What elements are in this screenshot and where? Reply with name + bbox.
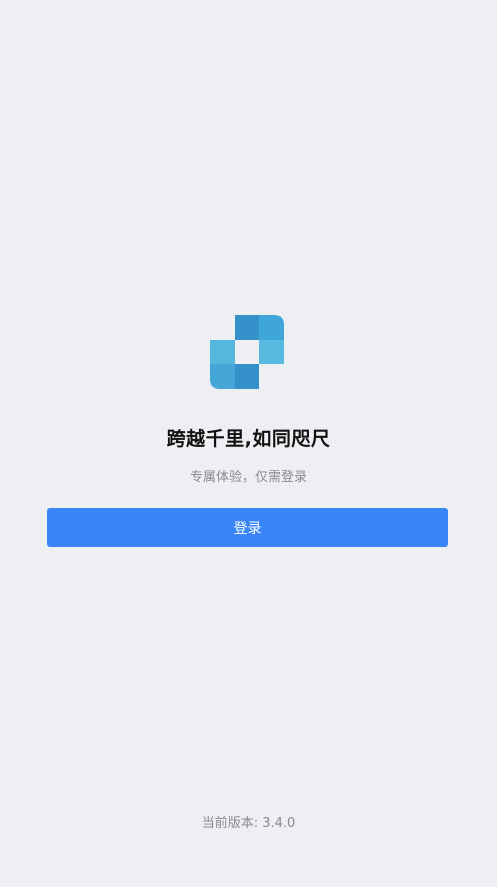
version-info: 当前版本: 3.4.0	[0, 812, 497, 831]
login-subtitle: 专属体验，仅需登录	[189, 470, 307, 485]
slogan-title: 跨越千里,如同咫尺	[166, 428, 331, 450]
version-number: 3.4.0	[262, 816, 296, 831]
login-button[interactable]: 登录	[47, 508, 448, 547]
version-label: 当前版本:	[201, 816, 259, 831]
app-logo-icon	[210, 315, 284, 389]
